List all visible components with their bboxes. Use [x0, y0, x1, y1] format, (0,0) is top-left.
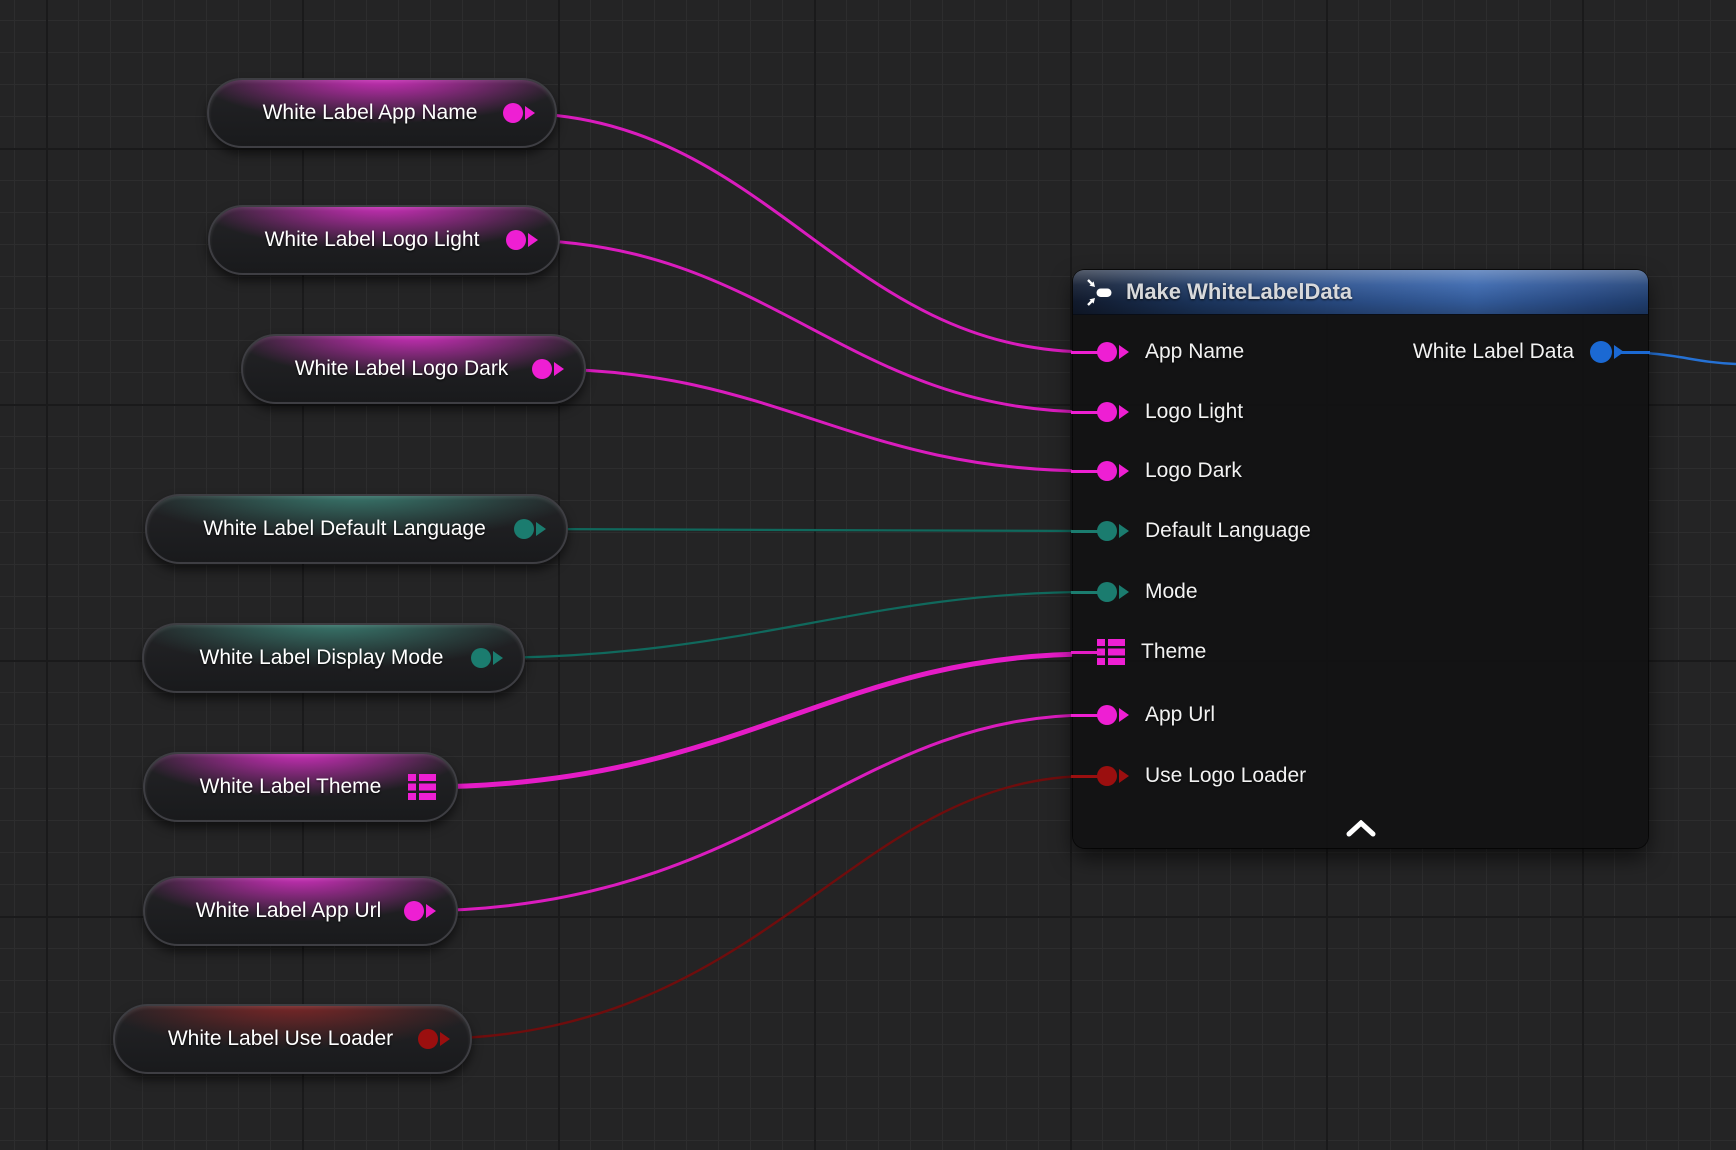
- make-struct-icon: [1087, 279, 1114, 306]
- pin-label: Theme: [1141, 640, 1206, 664]
- getter-node-white-label-logo-light[interactable]: White Label Logo Light: [208, 205, 560, 275]
- struct-pin-icon: [1097, 638, 1125, 666]
- pin-circle: [418, 1029, 438, 1049]
- wire-stub: [1071, 714, 1101, 717]
- node-header[interactable]: Make WhiteLabelData: [1073, 270, 1648, 315]
- pin-arrow: [525, 106, 535, 120]
- input-pin-struct[interactable]: [1097, 638, 1125, 666]
- pin-label: Default Language: [1145, 519, 1311, 543]
- pin-circle: [404, 901, 424, 921]
- output-pin-bool[interactable]: [418, 1029, 450, 1049]
- pin-arrow: [1119, 585, 1129, 599]
- getter-node-white-label-display-mode[interactable]: White Label Display Mode: [142, 623, 525, 693]
- wire-stub: [1071, 591, 1101, 594]
- wire-logo-dark[interactable]: [541, 369, 1092, 471]
- pin-row-theme: Theme: [1073, 636, 1206, 668]
- getter-label: White Label Display Mode: [172, 646, 471, 670]
- pin-circle: [506, 230, 526, 250]
- pin-row-use-logo-loader: Use Logo Loader: [1073, 760, 1306, 792]
- pin-row-app-url: App Url: [1073, 699, 1215, 731]
- struct-pin-icon: [408, 773, 436, 801]
- pin-circle: [514, 519, 534, 539]
- getter-node-white-label-use-loader[interactable]: White Label Use Loader: [113, 1004, 472, 1074]
- chevron-up-icon: [1345, 820, 1377, 837]
- collapse-pins-button[interactable]: [1344, 818, 1378, 838]
- output-pin-string[interactable]: [506, 230, 538, 250]
- wire-app-url[interactable]: [413, 715, 1092, 911]
- wire-stub: [1071, 470, 1101, 473]
- wire-stub: [1620, 351, 1650, 354]
- output-pin-enum[interactable]: [514, 519, 546, 539]
- make-whitelabeldata-node[interactable]: Make WhiteLabelData App Name Logo Light …: [1073, 270, 1648, 848]
- blueprint-graph-canvas[interactable]: White Label App Name White Label Logo Li…: [0, 0, 1736, 1150]
- pin-circle: [503, 103, 523, 123]
- getter-label: White Label App Name: [237, 101, 503, 125]
- pin-arrow: [1119, 405, 1129, 419]
- pin-circle: [471, 648, 491, 668]
- wire-use-loader[interactable]: [427, 776, 1092, 1039]
- wire-stub: [1071, 530, 1101, 533]
- pin-arrow: [440, 1032, 450, 1046]
- pin-arrow: [426, 904, 436, 918]
- wire-stub: [1071, 411, 1101, 414]
- output-pin-enum[interactable]: [471, 648, 503, 668]
- pin-arrow: [1119, 464, 1129, 478]
- input-pin-string[interactable]: [1097, 461, 1129, 481]
- pin-row-white-label-data: White Label Data: [1413, 336, 1648, 368]
- wire-stub: [1071, 775, 1101, 778]
- input-pin-string[interactable]: [1097, 402, 1129, 422]
- getter-label: White Label Logo Light: [238, 228, 506, 252]
- pin-arrow: [536, 522, 546, 536]
- input-pin-string[interactable]: [1097, 342, 1129, 362]
- output-pin-string[interactable]: [503, 103, 535, 123]
- wire-logo-light[interactable]: [515, 240, 1092, 412]
- getter-node-white-label-app-url[interactable]: White Label App Url: [143, 876, 458, 946]
- pin-row-default-language: Default Language: [1073, 515, 1311, 547]
- pin-arrow: [528, 233, 538, 247]
- getter-label: White Label Logo Dark: [271, 357, 532, 381]
- pin-label: Logo Dark: [1145, 459, 1242, 483]
- pin-label: Use Logo Loader: [1145, 764, 1306, 788]
- wire-stub: [1071, 651, 1101, 654]
- wire-display-mode[interactable]: [480, 592, 1092, 658]
- getter-node-white-label-default-language[interactable]: White Label Default Language: [145, 494, 568, 564]
- pin-circle: [1590, 341, 1612, 363]
- wire-app-name[interactable]: [512, 113, 1092, 352]
- output-pin-struct[interactable]: [408, 773, 436, 801]
- input-pin-string[interactable]: [1097, 705, 1129, 725]
- pin-arrow: [1119, 769, 1129, 783]
- pin-arrow: [1119, 345, 1129, 359]
- output-pin-struct[interactable]: [1590, 341, 1624, 363]
- pin-label: App Url: [1145, 703, 1215, 727]
- pin-label: App Name: [1145, 340, 1244, 364]
- pin-row-app-name: App Name: [1073, 336, 1244, 368]
- input-pin-enum[interactable]: [1097, 521, 1129, 541]
- pin-circle: [532, 359, 552, 379]
- pin-row-logo-dark: Logo Dark: [1073, 455, 1242, 487]
- output-pin-string[interactable]: [404, 901, 436, 921]
- getter-node-white-label-theme[interactable]: White Label Theme: [143, 752, 458, 822]
- pin-row-logo-light: Logo Light: [1073, 396, 1243, 428]
- getter-label: White Label Default Language: [175, 517, 514, 541]
- wire-default-language[interactable]: [523, 529, 1092, 531]
- pin-arrow: [554, 362, 564, 376]
- input-pin-enum[interactable]: [1097, 582, 1129, 602]
- getter-label: White Label App Url: [173, 899, 404, 923]
- pin-label: White Label Data: [1413, 340, 1574, 364]
- pin-arrow: [493, 651, 503, 665]
- pin-arrow: [1119, 708, 1129, 722]
- pin-label: Mode: [1145, 580, 1198, 604]
- wire-stub: [1071, 351, 1101, 354]
- output-pin-string[interactable]: [532, 359, 564, 379]
- pin-row-mode: Mode: [1073, 576, 1198, 608]
- getter-label: White Label Theme: [173, 775, 408, 799]
- pin-arrow: [1119, 524, 1129, 538]
- node-title: Make WhiteLabelData: [1126, 279, 1352, 305]
- getter-node-white-label-logo-dark[interactable]: White Label Logo Dark: [241, 334, 586, 404]
- getter-label: White Label Use Loader: [143, 1027, 418, 1051]
- pin-label: Logo Light: [1145, 400, 1243, 424]
- getter-node-white-label-app-name[interactable]: White Label App Name: [207, 78, 557, 148]
- input-pin-bool[interactable]: [1097, 766, 1129, 786]
